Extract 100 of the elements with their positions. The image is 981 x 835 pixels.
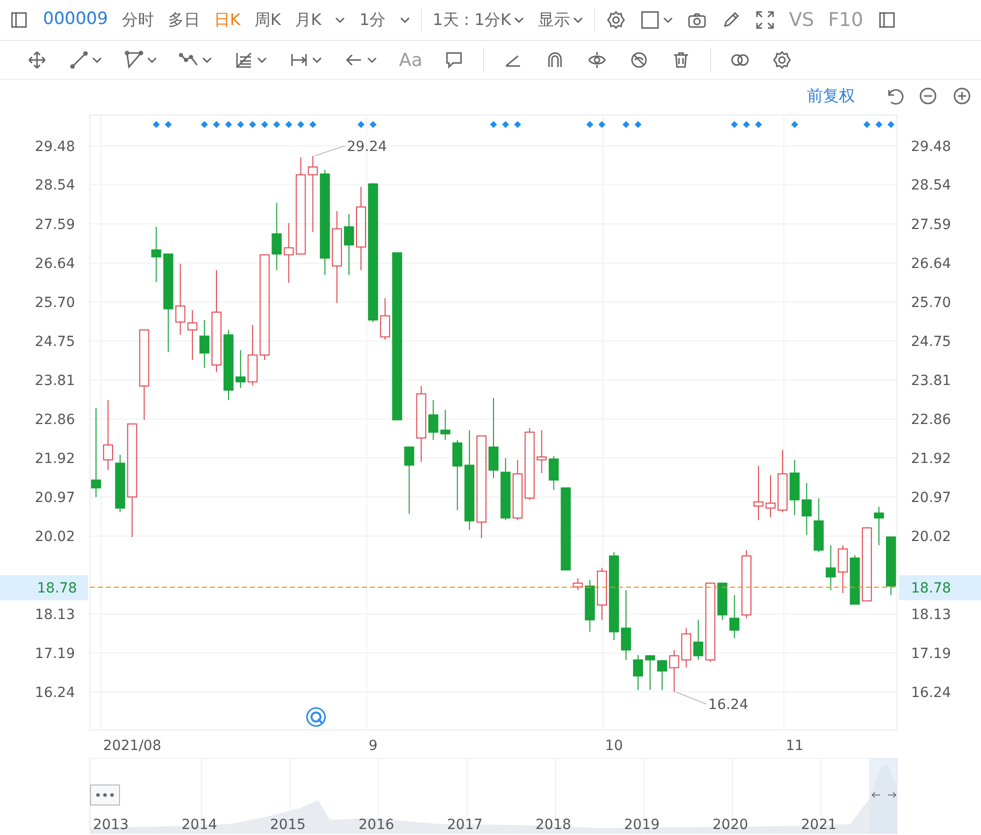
candlestick — [199, 320, 210, 368]
axis-label: 28.54 — [911, 178, 952, 194]
period-tab[interactable]: 分时 — [118, 6, 157, 34]
pencil-icon — [721, 10, 742, 30]
panel-icon — [877, 10, 898, 30]
caret-icon — [663, 17, 674, 23]
axis-label: 17.19 — [911, 646, 952, 662]
axis-label: 20.02 — [911, 529, 952, 546]
event-marker[interactable] — [370, 121, 377, 128]
event-marker[interactable] — [212, 121, 220, 128]
caret-icon — [367, 57, 377, 63]
fibonacci-icon — [234, 50, 254, 70]
event-marker[interactable] — [309, 121, 316, 128]
adjust-mode-button[interactable]: 前复权 — [801, 83, 861, 109]
caret-icon — [312, 57, 322, 63]
event-marker[interactable] — [863, 121, 870, 128]
event-marker[interactable] — [225, 121, 232, 128]
event-marker[interactable] — [164, 121, 172, 128]
candlestick — [584, 579, 595, 632]
event-marker[interactable] — [285, 121, 292, 128]
event-marker[interactable] — [754, 121, 762, 128]
period-tab[interactable]: 多日 — [164, 6, 203, 34]
axis-label: 22.86 — [911, 412, 952, 428]
event-marker[interactable] — [261, 121, 268, 128]
event-marker[interactable] — [730, 121, 738, 128]
axis-label: 22.86 — [34, 412, 75, 428]
axis-label: 27.59 — [911, 216, 952, 233]
panel-icon — [9, 10, 29, 30]
more-button[interactable] — [90, 784, 120, 806]
event-marker[interactable] — [273, 121, 280, 128]
candlestick — [886, 536, 896, 596]
event-marker[interactable] — [887, 121, 894, 128]
event-marker[interactable] — [598, 121, 606, 128]
axis-label: 27.59 — [34, 216, 75, 233]
display-dropdown[interactable]: 显示 — [535, 6, 586, 34]
axis-label: 16.24 — [34, 685, 75, 702]
year-label: 2017 — [447, 817, 483, 833]
event-marker[interactable] — [249, 121, 256, 128]
candlestick — [512, 459, 523, 521]
leader-line — [314, 145, 346, 156]
event-marker[interactable] — [742, 121, 750, 128]
stock-code-link[interactable]: 000009 — [40, 5, 111, 35]
axis-label: 16.24 — [911, 685, 952, 702]
event-marker[interactable] — [634, 121, 642, 128]
period-dropdown[interactable]: 月K — [292, 6, 348, 34]
axis-label: 28.54 — [34, 178, 75, 194]
axis-label: 20.97 — [34, 490, 75, 506]
axis-label: 21.92 — [34, 450, 75, 467]
candlestick — [272, 202, 282, 271]
axis-label: 21.92 — [911, 450, 952, 467]
year-label: 2021 — [801, 817, 837, 833]
extreme-label: 29.24 — [346, 138, 387, 155]
axis-label: 23.81 — [911, 372, 952, 389]
search-icon[interactable] — [306, 707, 326, 727]
range-dropdown[interactable]: 1天 : 1分K — [430, 6, 528, 34]
left-arrow-icon[interactable] — [872, 792, 880, 798]
year-label: 2016 — [358, 817, 394, 833]
event-marker[interactable] — [791, 121, 798, 128]
axis-label: 24.75 — [34, 334, 75, 350]
candlestick — [633, 654, 644, 690]
event-marker[interactable] — [586, 121, 594, 128]
candlestick — [729, 594, 740, 639]
price-tag: 18.78 — [0, 575, 88, 600]
event-marker[interactable] — [622, 121, 630, 128]
candlestick — [596, 567, 607, 620]
event-marker[interactable] — [358, 121, 364, 128]
candlestick — [621, 590, 631, 660]
candlestick — [224, 329, 234, 401]
year-label: 2014 — [182, 817, 218, 833]
event-marker[interactable] — [152, 121, 160, 128]
move-icon — [27, 50, 47, 70]
axis-label: 2021/08 — [103, 738, 162, 754]
zoom-out-icon — [918, 86, 938, 106]
line-icon — [69, 50, 89, 70]
eye-icon — [587, 50, 608, 70]
event-marker[interactable] — [297, 121, 304, 128]
axis-label: 10 — [605, 738, 623, 754]
event-marker[interactable] — [514, 121, 522, 128]
leader-line — [676, 692, 707, 705]
axis-label: 20.02 — [34, 529, 75, 546]
event-marker[interactable] — [490, 121, 497, 128]
year-label: 2015 — [270, 817, 306, 833]
zoom-in-icon — [952, 86, 972, 106]
axis-label: 29.48 — [911, 138, 952, 155]
candlestick — [236, 350, 246, 389]
candlestick — [790, 459, 800, 516]
comment-icon — [444, 50, 464, 70]
caret-icon — [257, 57, 267, 63]
right-arrow-icon[interactable] — [888, 792, 896, 798]
event-marker[interactable] — [200, 121, 208, 128]
axis-label: 18.13 — [34, 607, 75, 624]
year-label: 2019 — [624, 817, 660, 833]
period-dropdown[interactable]: 1分 — [356, 6, 413, 34]
settings-icon — [772, 50, 792, 70]
polyline-icon — [124, 50, 144, 70]
event-marker[interactable] — [502, 121, 510, 128]
event-marker[interactable] — [875, 121, 882, 128]
event-marker[interactable] — [237, 121, 244, 128]
period-tab[interactable]: 周K — [251, 6, 284, 34]
caret-icon — [573, 17, 584, 23]
